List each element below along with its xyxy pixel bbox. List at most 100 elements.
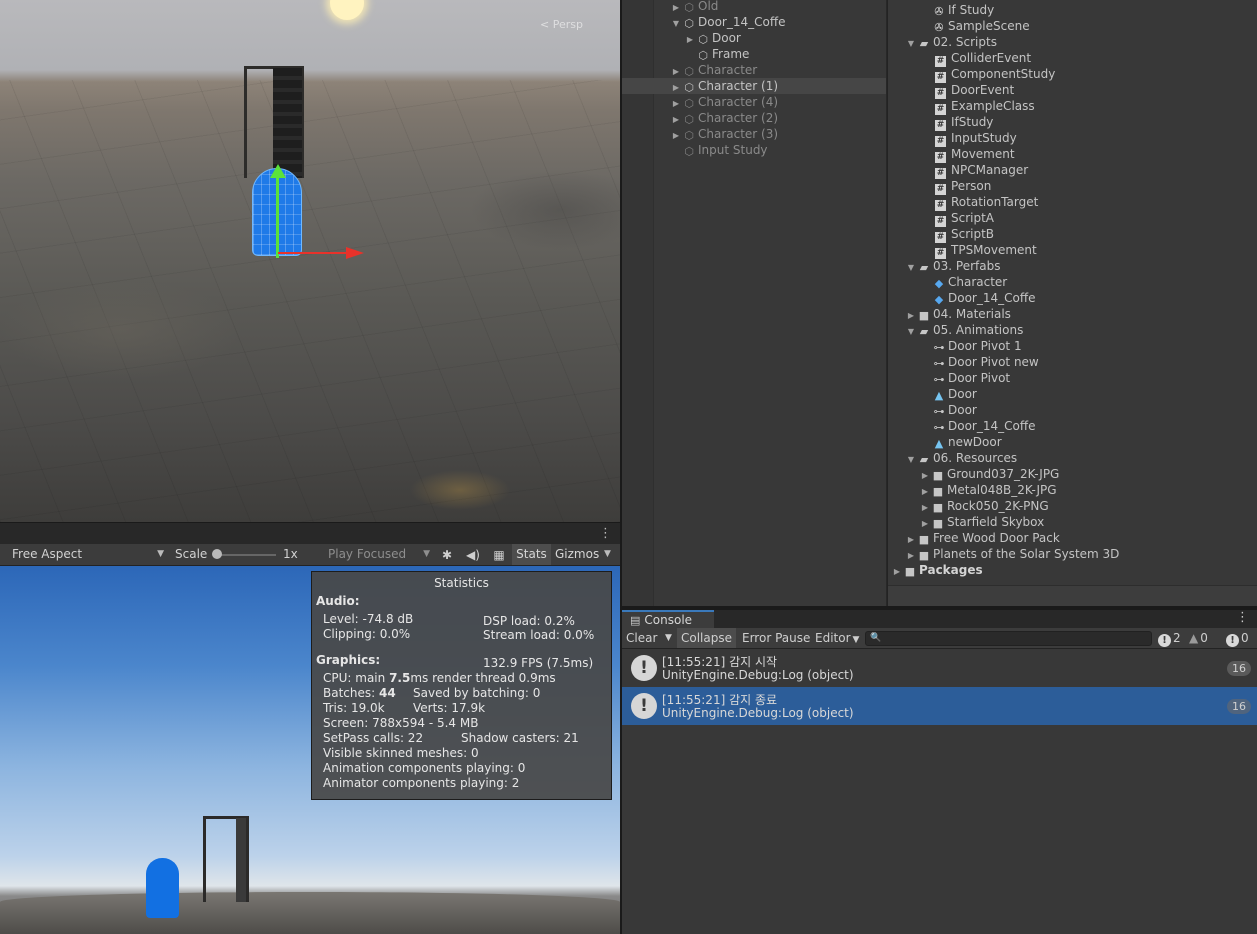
- move-gizmo-y-arrow-icon[interactable]: [270, 164, 286, 178]
- hierarchy-item-label: Character (3): [698, 127, 779, 141]
- log-entry[interactable]: ! [11:55:21] 감지 시작 UnityEngine.Debug:Log…: [622, 649, 1257, 687]
- log-count-badge: 16: [1227, 661, 1251, 676]
- hierarchy-item[interactable]: ▶ ⬡ Character (2): [670, 110, 778, 126]
- hierarchy-item[interactable]: ▶ ⬡ Character (4): [670, 94, 778, 110]
- audio-icon[interactable]: ◀): [462, 546, 484, 564]
- info-count-toggle[interactable]: ! 2: [1158, 628, 1181, 648]
- hierarchy-item-label: Character (1): [698, 79, 779, 93]
- gizmos-button[interactable]: Gizmos: [555, 544, 599, 565]
- project-item[interactable]: # Movement: [935, 146, 1015, 163]
- move-gizmo-x-arrow-icon[interactable]: [346, 247, 364, 259]
- play-mode-dropdown[interactable]: Play Focused ▼: [322, 544, 434, 565]
- log-entry-selected[interactable]: ! [11:55:21] 감지 종료 UnityEngine.Debug:Log…: [622, 687, 1257, 725]
- project-folder[interactable]: ▼ ▰ 05. Animations: [905, 322, 1023, 338]
- project-item-label: SampleScene: [948, 19, 1030, 33]
- project-folder[interactable]: ▶ ■ Ground037_2K-JPG: [919, 466, 1059, 482]
- error-count-toggle[interactable]: ! 0: [1226, 628, 1249, 648]
- project-item[interactable]: ⊶ Door Pivot: [932, 370, 1011, 386]
- project-folder[interactable]: ▼ ▰ 06. Resources: [905, 450, 1017, 466]
- hierarchy-item[interactable]: ▶ ⬡ Door: [684, 30, 741, 46]
- project-folder[interactable]: ▶ ■ Planets of the Solar System 3D: [905, 546, 1119, 562]
- expand-arrow-icon[interactable]: ▶: [684, 32, 696, 48]
- project-folder[interactable]: ▶ ■ Rock050_2K-PNG: [919, 498, 1049, 514]
- project-folder[interactable]: ▶ ■ 04. Materials: [905, 306, 1011, 322]
- project-item[interactable]: # ExampleClass: [935, 98, 1035, 115]
- hierarchy-item-selected[interactable]: ▶ ⬡ Character (1): [622, 78, 886, 94]
- aspect-dropdown[interactable]: Free Aspect ▼: [0, 544, 168, 565]
- project-item-label: Ground037_2K-JPG: [947, 467, 1060, 481]
- project-item[interactable]: ⊶ Door: [932, 402, 977, 418]
- warning-count-toggle[interactable]: ▲ 0: [1189, 628, 1208, 648]
- project-item[interactable]: ⊶ Door Pivot 1: [932, 338, 1022, 354]
- console-menu-icon[interactable]: ⋮: [1236, 610, 1249, 626]
- scale-slider-handle[interactable]: [212, 549, 222, 559]
- project-item[interactable]: # NPCManager: [935, 162, 1028, 179]
- scene-door-panel[interactable]: [273, 68, 302, 178]
- collapse-arrow-icon[interactable]: ▼: [905, 36, 917, 52]
- collapse-button[interactable]: Collapse: [677, 628, 736, 648]
- collapse-arrow-icon[interactable]: ▼: [905, 452, 917, 468]
- project-item[interactable]: # TPSMovement: [935, 242, 1037, 259]
- project-item[interactable]: ⊶ Door Pivot new: [932, 354, 1039, 370]
- project-item-label: Door_14_Coffe: [948, 419, 1036, 433]
- editor-dropdown[interactable]: Editor ▼: [815, 628, 859, 648]
- hierarchy-item[interactable]: ▶ ⬡ Character (3): [670, 126, 778, 142]
- project-folder[interactable]: ▶ ■ Starfield Skybox: [919, 514, 1044, 530]
- scale-slider-track[interactable]: [214, 554, 276, 556]
- project-item[interactable]: # IfStudy: [935, 114, 993, 131]
- folder-icon: ■: [932, 517, 944, 530]
- project-folder[interactable]: ▶ ■ Metal048B_2K-JPG: [919, 482, 1057, 498]
- project-item[interactable]: # ColliderEvent: [935, 50, 1031, 67]
- warning-count: 0: [1200, 631, 1208, 645]
- chevron-down-icon[interactable]: ▼: [604, 544, 611, 565]
- hierarchy-item[interactable]: ▼ ⬡ Door_14_Coffe: [670, 14, 786, 30]
- expand-arrow-icon[interactable]: ▶: [891, 564, 903, 580]
- info-icon: !: [1158, 634, 1171, 647]
- hierarchy-item[interactable]: ⬡ Input Study: [682, 142, 767, 158]
- project-item[interactable]: # DoorEvent: [935, 82, 1015, 99]
- collapse-arrow-icon[interactable]: ▼: [905, 260, 917, 276]
- project-item[interactable]: # ScriptA: [935, 210, 994, 227]
- animation-clip-icon: ▲: [934, 389, 944, 402]
- project-item-label: 04. Materials: [933, 307, 1011, 321]
- tab-console[interactable]: ▤ Console: [622, 610, 714, 628]
- project-folder[interactable]: ▼ ▰ 03. Perfabs: [905, 258, 1001, 276]
- collapse-arrow-icon[interactable]: ▼: [905, 324, 917, 340]
- move-gizmo-y-axis[interactable]: [276, 176, 279, 258]
- stats-button[interactable]: Stats: [512, 544, 551, 565]
- hierarchy-item[interactable]: ▶ ⬡ Character: [670, 62, 757, 78]
- project-item-label: DoorEvent: [951, 83, 1015, 97]
- persp-label[interactable]: < Persp: [540, 18, 583, 31]
- project-item[interactable]: ◆ Character: [932, 274, 1007, 290]
- project-item[interactable]: ⊶ Door_14_Coffe: [932, 418, 1036, 434]
- error-pause-button[interactable]: Error Pause: [742, 628, 810, 648]
- collapse-arrow-icon[interactable]: ▼: [670, 16, 682, 32]
- clear-button[interactable]: Clear: [626, 628, 657, 648]
- project-item[interactable]: ✇ SampleScene: [932, 18, 1030, 34]
- keyboard-icon[interactable]: ▦: [488, 546, 510, 564]
- project-item-label: InputStudy: [951, 131, 1017, 145]
- move-gizmo-x-axis[interactable]: [278, 252, 350, 254]
- directional-light-icon[interactable]: [330, 0, 364, 20]
- bug-icon[interactable]: ✱: [436, 546, 458, 564]
- project-folder[interactable]: ▶ ■ Free Wood Door Pack: [905, 530, 1060, 546]
- scene-view[interactable]: < Persp: [0, 0, 620, 522]
- expand-arrow-icon[interactable]: ▶: [670, 128, 682, 144]
- hierarchy-panel: ▶ ⬡ Old ▼ ⬡ Door_14_Coffe ▶ ⬡ Door ⬡ Frame ▶ ⬡ Ch…: [622, 0, 886, 606]
- project-item[interactable]: # Person: [935, 178, 991, 195]
- project-item[interactable]: ✇ If Study: [932, 2, 994, 18]
- game-menu-icon[interactable]: ⋮: [599, 526, 612, 541]
- project-item[interactable]: # ComponentStudy: [935, 66, 1055, 83]
- project-item[interactable]: ▲ newDoor: [932, 434, 1002, 450]
- console-search-input[interactable]: 🔍: [865, 631, 1152, 646]
- project-item[interactable]: # ScriptB: [935, 226, 994, 243]
- project-item[interactable]: # InputStudy: [935, 130, 1017, 147]
- hierarchy-item[interactable]: ⬡ Frame: [696, 46, 749, 62]
- clear-options-chevron-icon[interactable]: ▼: [665, 628, 672, 648]
- project-item[interactable]: # RotationTarget: [935, 194, 1038, 211]
- project-item[interactable]: ▲ Door: [932, 386, 977, 402]
- project-folder[interactable]: ▶ ■ Packages: [891, 562, 983, 578]
- project-item[interactable]: ◆ Door_14_Coffe: [932, 290, 1036, 306]
- project-folder[interactable]: ▼ ▰ 02. Scripts: [905, 34, 997, 50]
- hierarchy-item[interactable]: ▶ ⬡ Old: [670, 0, 718, 14]
